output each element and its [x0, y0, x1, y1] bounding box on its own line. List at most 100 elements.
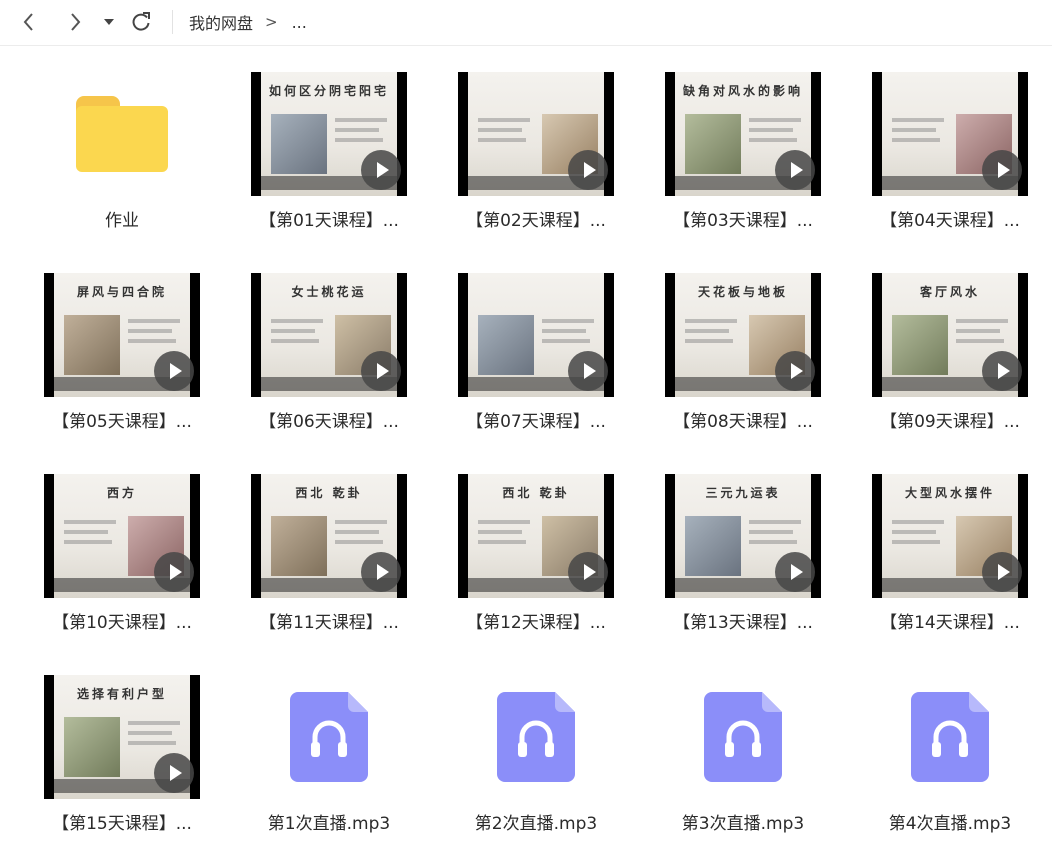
- play-icon[interactable]: [154, 552, 194, 592]
- thumbnail-title: 西方: [106, 486, 137, 500]
- file-thumbnail-area: [446, 72, 626, 196]
- video-thumbnail: 选择有利户型: [44, 675, 200, 799]
- thumbnail-title: 客厅风水: [919, 285, 980, 299]
- video-file-item[interactable]: 【第07天课程】...: [446, 273, 626, 453]
- file-thumbnail-area: 大型风水摆件: [860, 474, 1040, 598]
- video-thumbnail: 天花板与地板: [665, 273, 821, 397]
- video-thumbnail: 三元九运表: [665, 474, 821, 598]
- file-thumbnail-area: 三元九运表: [653, 474, 833, 598]
- video-thumbnail: 客厅风水: [872, 273, 1028, 397]
- video-thumbnail: [872, 72, 1028, 196]
- file-thumbnail-area: 客厅风水: [860, 273, 1040, 397]
- file-thumbnail-area: [32, 72, 212, 196]
- thumbnail-title: 西北 乾卦: [295, 486, 363, 500]
- file-name-label: 【第02天课程】...: [466, 211, 606, 231]
- audio-file-item[interactable]: 第4次直播.mp3: [860, 675, 1040, 855]
- play-icon[interactable]: [568, 351, 608, 391]
- video-file-item[interactable]: 天花板与地板【第08天课程】...: [653, 273, 833, 453]
- file-name-label: 第3次直播.mp3: [681, 814, 805, 834]
- video-file-item[interactable]: 【第04天课程】...: [860, 72, 1040, 252]
- file-name-label: 【第11天课程】...: [259, 613, 399, 633]
- play-icon[interactable]: [568, 150, 608, 190]
- play-icon[interactable]: [154, 753, 194, 793]
- file-name-label: 第4次直播.mp3: [888, 814, 1012, 834]
- file-thumbnail-area: 西北 乾卦: [446, 474, 626, 598]
- file-thumbnail-area: [239, 675, 419, 799]
- file-name-label: 【第13天课程】...: [673, 613, 813, 633]
- file-thumbnail-area: 选择有利户型: [32, 675, 212, 799]
- play-icon[interactable]: [775, 351, 815, 391]
- file-name-label: 作业: [105, 211, 139, 231]
- audio-file-item[interactable]: 第3次直播.mp3: [653, 675, 833, 855]
- file-thumbnail-area: 西北 乾卦: [239, 474, 419, 598]
- folder-item[interactable]: 作业: [32, 72, 212, 252]
- video-file-item[interactable]: 如何区分阴宅阳宅【第01天课程】...: [239, 72, 419, 252]
- thumbnail-title: 西北 乾卦: [502, 486, 570, 500]
- thumbnail-title: 大型风水摆件: [904, 486, 995, 500]
- play-icon[interactable]: [154, 351, 194, 391]
- file-name-label: 第1次直播.mp3: [267, 814, 391, 834]
- video-thumbnail: 大型风水摆件: [872, 474, 1028, 598]
- file-thumbnail-area: 女士桃花运: [239, 273, 419, 397]
- file-name-label: 【第15天课程】...: [52, 814, 192, 834]
- thumbnail-title: 缺角对风水的影响: [682, 84, 803, 98]
- video-file-item[interactable]: 西北 乾卦【第12天课程】...: [446, 474, 626, 654]
- file-name-label: 【第08天课程】...: [673, 412, 813, 432]
- file-name-label: 【第05天课程】...: [52, 412, 192, 432]
- file-name-label: 【第10天课程】...: [52, 613, 192, 633]
- file-thumbnail-area: [860, 675, 1040, 799]
- headphones-icon: [290, 692, 368, 782]
- play-icon[interactable]: [982, 351, 1022, 391]
- video-file-item[interactable]: 西北 乾卦【第11天课程】...: [239, 474, 419, 654]
- video-thumbnail: [458, 72, 614, 196]
- headphones-icon: [704, 692, 782, 782]
- thumbnail-title: 天花板与地板: [697, 285, 788, 299]
- file-name-label: 【第03天课程】...: [673, 211, 813, 231]
- file-name-label: 【第01天课程】...: [259, 211, 399, 231]
- audio-file-item[interactable]: 第2次直播.mp3: [446, 675, 626, 855]
- play-icon[interactable]: [982, 552, 1022, 592]
- video-thumbnail: 西北 乾卦: [251, 474, 407, 598]
- file-name-label: 【第14天课程】...: [880, 613, 1020, 633]
- file-name-label: 【第12天课程】...: [466, 613, 606, 633]
- play-icon[interactable]: [361, 351, 401, 391]
- file-thumbnail-area: [653, 675, 833, 799]
- video-file-item[interactable]: 选择有利户型【第15天课程】...: [32, 675, 212, 855]
- play-icon[interactable]: [775, 552, 815, 592]
- file-thumbnail-area: 如何区分阴宅阳宅: [239, 72, 419, 196]
- video-thumbnail: 屏风与四合院: [44, 273, 200, 397]
- thumbnail-title: 选择有利户型: [76, 687, 167, 701]
- file-name-label: 【第06天课程】...: [259, 412, 399, 432]
- thumbnail-title: 如何区分阴宅阳宅: [268, 84, 389, 98]
- play-icon[interactable]: [775, 150, 815, 190]
- file-name-label: 【第09天课程】...: [880, 412, 1020, 432]
- headphones-icon: [497, 692, 575, 782]
- video-thumbnail: 如何区分阴宅阳宅: [251, 72, 407, 196]
- file-grid: 作业 如何区分阴宅阳宅【第01天课程】... 【第02天课程】... 缺角对风水的影响…: [0, 0, 1052, 865]
- video-file-item[interactable]: 三元九运表【第13天课程】...: [653, 474, 833, 654]
- video-thumbnail: 西方: [44, 474, 200, 598]
- folder-icon: [76, 96, 168, 172]
- video-thumbnail: 西北 乾卦: [458, 474, 614, 598]
- play-icon[interactable]: [361, 552, 401, 592]
- audio-file-item[interactable]: 第1次直播.mp3: [239, 675, 419, 855]
- video-thumbnail: [458, 273, 614, 397]
- file-name-label: 第2次直播.mp3: [474, 814, 598, 834]
- thumbnail-title: 三元九运表: [705, 486, 781, 500]
- video-file-item[interactable]: 屏风与四合院【第05天课程】...: [32, 273, 212, 453]
- play-icon[interactable]: [361, 150, 401, 190]
- video-file-item[interactable]: 西方【第10天课程】...: [32, 474, 212, 654]
- play-icon[interactable]: [982, 150, 1022, 190]
- video-file-item[interactable]: 女士桃花运【第06天课程】...: [239, 273, 419, 453]
- file-name-label: 【第07天课程】...: [466, 412, 606, 432]
- file-thumbnail-area: 缺角对风水的影响: [653, 72, 833, 196]
- video-file-item[interactable]: 【第02天课程】...: [446, 72, 626, 252]
- play-icon[interactable]: [568, 552, 608, 592]
- video-file-item[interactable]: 缺角对风水的影响【第03天课程】...: [653, 72, 833, 252]
- video-file-item[interactable]: 大型风水摆件【第14天课程】...: [860, 474, 1040, 654]
- headphones-icon: [911, 692, 989, 782]
- file-name-label: 【第04天课程】...: [880, 211, 1020, 231]
- file-thumbnail-area: 西方: [32, 474, 212, 598]
- file-thumbnail-area: [446, 675, 626, 799]
- video-file-item[interactable]: 客厅风水【第09天课程】...: [860, 273, 1040, 453]
